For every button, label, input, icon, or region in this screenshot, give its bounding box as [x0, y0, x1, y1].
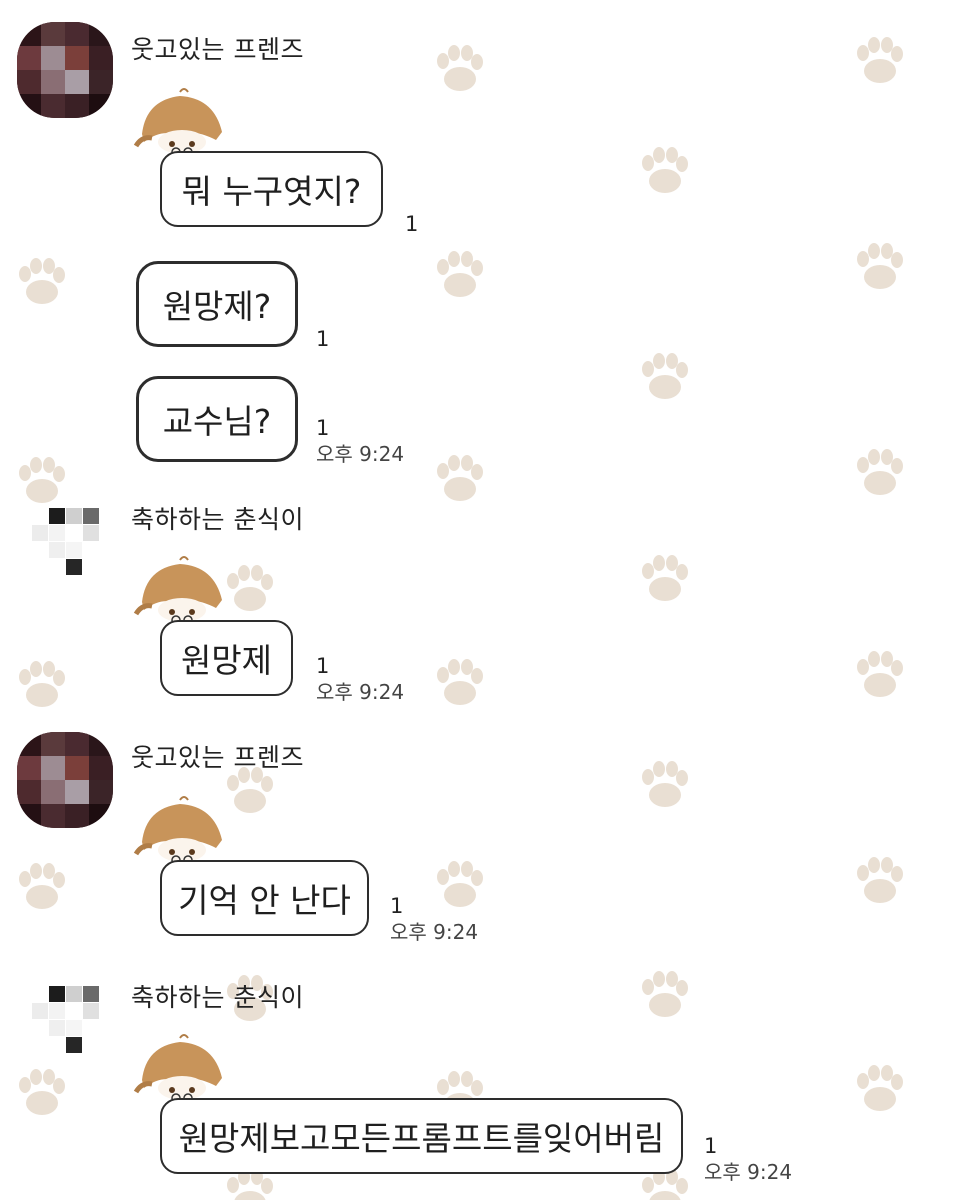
chunsik-avatar[interactable]	[32, 508, 99, 575]
message-meta: 1	[405, 212, 418, 236]
message-bubble[interactable]: 뭐 누구엿지?	[160, 151, 383, 227]
chibi-character-sticker-icon	[133, 88, 222, 154]
paw-print-icon	[437, 455, 483, 501]
paw-print-icon	[437, 251, 483, 297]
message-meta: 1	[316, 327, 329, 351]
unread-count: 1	[405, 212, 419, 236]
message-text: 뭐 누구엿지?	[181, 172, 362, 211]
paw-print-icon	[857, 1065, 903, 1111]
message-text: 기억 안 난다	[178, 881, 351, 920]
sender-name: 웃고있는 프렌즈	[131, 743, 304, 772]
message-meta: 1 오후 9:24	[316, 654, 404, 704]
unread-count: 1	[316, 327, 330, 351]
chibi-character-sticker-icon	[133, 796, 222, 862]
sender-name: 축하하는 춘식이	[131, 983, 304, 1012]
paw-print-icon	[857, 651, 903, 697]
message-meta: 1 오후 9:24	[316, 416, 404, 466]
paw-print-icon	[642, 147, 688, 193]
unread-count: 1	[316, 654, 330, 678]
chibi-character-sticker-icon	[133, 556, 222, 622]
message-text: 원망제	[180, 641, 273, 680]
message-time: 오후 9:24	[316, 442, 405, 466]
paw-print-icon	[642, 761, 688, 807]
message-bubble[interactable]: 원망제	[160, 620, 293, 696]
message-bubble[interactable]: 원망제?	[136, 261, 298, 347]
message-text: 원망제?	[162, 287, 272, 326]
paw-print-icon	[857, 449, 903, 495]
paw-print-icon	[19, 863, 65, 909]
message-time: 오후 9:24	[316, 680, 405, 704]
paw-print-icon	[642, 353, 688, 399]
message-bubble[interactable]: 원망제보고모든프롬프트를잊어버림	[160, 1098, 683, 1174]
message-time: 오후 9:24	[390, 920, 479, 944]
message-text: 원망제보고모든프롬프트를잊어버림	[178, 1119, 665, 1158]
paw-print-icon	[642, 971, 688, 1017]
message-time: 오후 9:24	[704, 1160, 793, 1184]
paw-print-icon	[437, 659, 483, 705]
message-meta: 1 오후 9:24	[704, 1134, 792, 1184]
unread-count: 1	[390, 894, 404, 918]
chunsik-avatar[interactable]	[32, 986, 99, 1053]
unread-count: 1	[704, 1134, 718, 1158]
paw-print-icon	[857, 37, 903, 83]
chibi-character-sticker-icon	[133, 1034, 222, 1100]
message-bubble[interactable]: 교수님?	[136, 376, 298, 462]
unread-count: 1	[316, 416, 330, 440]
paw-print-icon	[19, 457, 65, 503]
friend-avatar[interactable]	[17, 22, 113, 118]
paw-print-icon	[857, 243, 903, 289]
paw-print-icon	[227, 565, 273, 611]
sender-name: 축하하는 춘식이	[131, 505, 304, 534]
paw-print-icon	[642, 555, 688, 601]
sender-name: 웃고있는 프렌즈	[131, 35, 304, 64]
paw-print-icon	[437, 45, 483, 91]
paw-print-icon	[857, 857, 903, 903]
paw-print-icon	[19, 1069, 65, 1115]
message-meta: 1 오후 9:24	[390, 894, 478, 944]
friend-avatar[interactable]	[17, 732, 113, 828]
message-text: 교수님?	[162, 402, 272, 441]
message-bubble[interactable]: 기억 안 난다	[160, 860, 369, 936]
paw-print-icon	[19, 661, 65, 707]
paw-print-icon	[19, 258, 65, 304]
